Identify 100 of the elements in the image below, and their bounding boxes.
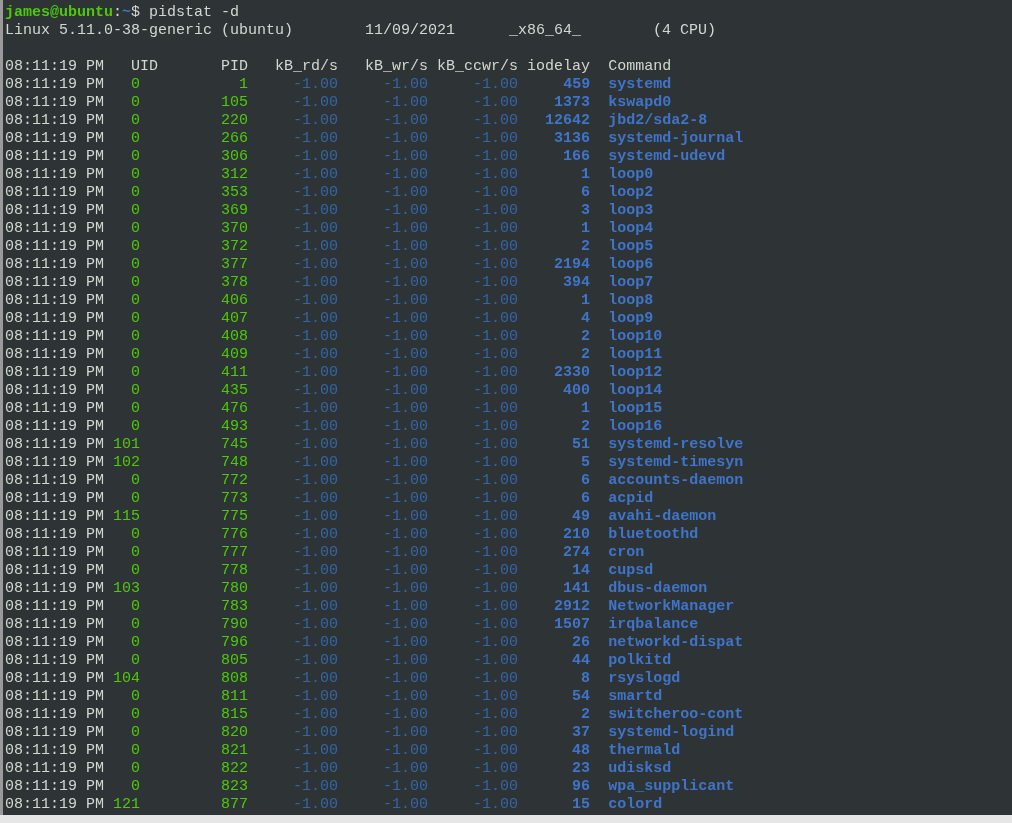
process-name: polkitd <box>608 652 672 670</box>
table-cell: -1.00 <box>383 760 429 778</box>
table-cell: -1.00 <box>293 472 339 490</box>
table-cell: -1.00 <box>473 166 519 184</box>
table-cell: -1.00 <box>473 76 519 94</box>
prompt-user: james@ubuntu <box>5 4 114 22</box>
table-cell: -1.00 <box>293 274 339 292</box>
table-cell: 102 <box>113 454 141 472</box>
table-cell: 783 <box>221 598 249 616</box>
table-cell: 3136 <box>554 130 591 148</box>
table-cell: 274 <box>563 544 591 562</box>
process-name: systemd-resolve <box>608 436 744 454</box>
table-cell: 101 <box>113 436 141 454</box>
table-cell: 780 <box>221 580 249 598</box>
table-cell: -1.00 <box>383 130 429 148</box>
table-cell: -1.00 <box>383 724 429 742</box>
process-name: systemd-journal <box>608 130 744 148</box>
table-cell: 0 <box>131 634 141 652</box>
table-cell: 0 <box>131 418 141 436</box>
process-name: smartd <box>608 688 663 706</box>
table-cell: 0 <box>131 292 141 310</box>
process-name: loop5 <box>608 238 654 256</box>
table-cell: -1.00 <box>473 364 519 382</box>
table-cell: 0 <box>131 562 141 580</box>
table-cell: -1.00 <box>473 220 519 238</box>
table-cell: -1.00 <box>473 94 519 112</box>
table-cell: 0 <box>131 76 141 94</box>
table-cell: 2330 <box>554 364 591 382</box>
table-cell: 0 <box>131 256 141 274</box>
table-cell: 08:11:19 PM <box>5 130 105 148</box>
table-cell: -1.00 <box>473 112 519 130</box>
system-info: Linux 5.11.0-38-generic (ubuntu) <box>5 22 294 40</box>
table-cell: 775 <box>221 508 249 526</box>
process-name: loop2 <box>608 184 654 202</box>
table-cell: -1.00 <box>383 76 429 94</box>
table-cell: 1 <box>581 166 591 184</box>
table-cell: -1.00 <box>383 562 429 580</box>
table-cell: -1.00 <box>473 202 519 220</box>
table-cell: 08:11:19 PM <box>5 526 105 544</box>
process-name: NetworkManager <box>608 598 735 616</box>
table-cell: 44 <box>572 652 591 670</box>
command-line: $ pidstat -d <box>131 4 240 22</box>
table-cell: 49 <box>572 508 591 526</box>
table-cell: 0 <box>131 346 141 364</box>
table-cell: -1.00 <box>473 472 519 490</box>
table-cell: 778 <box>221 562 249 580</box>
table-cell: -1.00 <box>293 310 339 328</box>
table-cell: -1.00 <box>293 130 339 148</box>
table-cell: -1.00 <box>383 148 429 166</box>
table-cell: -1.00 <box>473 616 519 634</box>
table-cell: -1.00 <box>473 742 519 760</box>
column-header: PID <box>221 58 249 76</box>
table-cell: 394 <box>563 274 591 292</box>
table-cell: -1.00 <box>473 778 519 796</box>
table-cell: 08:11:19 PM <box>5 274 105 292</box>
process-name: loop4 <box>608 220 654 238</box>
table-cell: -1.00 <box>473 238 519 256</box>
table-cell: 411 <box>221 364 249 382</box>
table-cell: -1.00 <box>383 328 429 346</box>
table-cell: -1.00 <box>473 148 519 166</box>
table-cell: 08:11:19 PM <box>5 184 105 202</box>
table-cell: 0 <box>131 238 141 256</box>
table-cell: -1.00 <box>293 544 339 562</box>
table-cell: 08:11:19 PM <box>5 472 105 490</box>
table-cell: -1.00 <box>473 184 519 202</box>
process-name: avahi-daemon <box>608 508 717 526</box>
table-cell: 0 <box>131 382 141 400</box>
table-cell: -1.00 <box>383 580 429 598</box>
column-header: kB_rd/s <box>275 58 339 76</box>
table-cell: -1.00 <box>383 598 429 616</box>
process-name: jbd2/sda2-8 <box>608 112 708 130</box>
process-name: loop8 <box>608 292 654 310</box>
table-cell: 777 <box>221 544 249 562</box>
process-name: accounts-daemon <box>608 472 744 490</box>
table-cell: -1.00 <box>293 202 339 220</box>
table-cell: -1.00 <box>293 778 339 796</box>
table-cell: -1.00 <box>473 130 519 148</box>
table-cell: 811 <box>221 688 249 706</box>
table-cell: 08:11:19 PM <box>5 364 105 382</box>
system-info: 11/09/2021 <box>365 22 456 40</box>
table-cell: 822 <box>221 760 249 778</box>
table-cell: -1.00 <box>293 238 339 256</box>
process-name: loop10 <box>608 328 663 346</box>
table-cell: -1.00 <box>293 688 339 706</box>
table-cell: 372 <box>221 238 249 256</box>
table-cell: 51 <box>572 436 591 454</box>
process-name: systemd <box>608 76 672 94</box>
table-cell: 3 <box>581 202 591 220</box>
table-cell: -1.00 <box>473 310 519 328</box>
table-cell: 23 <box>572 760 591 778</box>
column-header: iodelay <box>527 58 591 76</box>
process-name: udisksd <box>608 760 672 778</box>
table-cell: 377 <box>221 256 249 274</box>
table-cell: -1.00 <box>473 436 519 454</box>
table-cell: -1.00 <box>473 382 519 400</box>
table-cell: -1.00 <box>473 760 519 778</box>
column-header: kB_ccwr/s <box>437 58 519 76</box>
table-cell: 0 <box>131 616 141 634</box>
table-cell: 08:11:19 PM <box>5 544 105 562</box>
table-cell: -1.00 <box>473 274 519 292</box>
